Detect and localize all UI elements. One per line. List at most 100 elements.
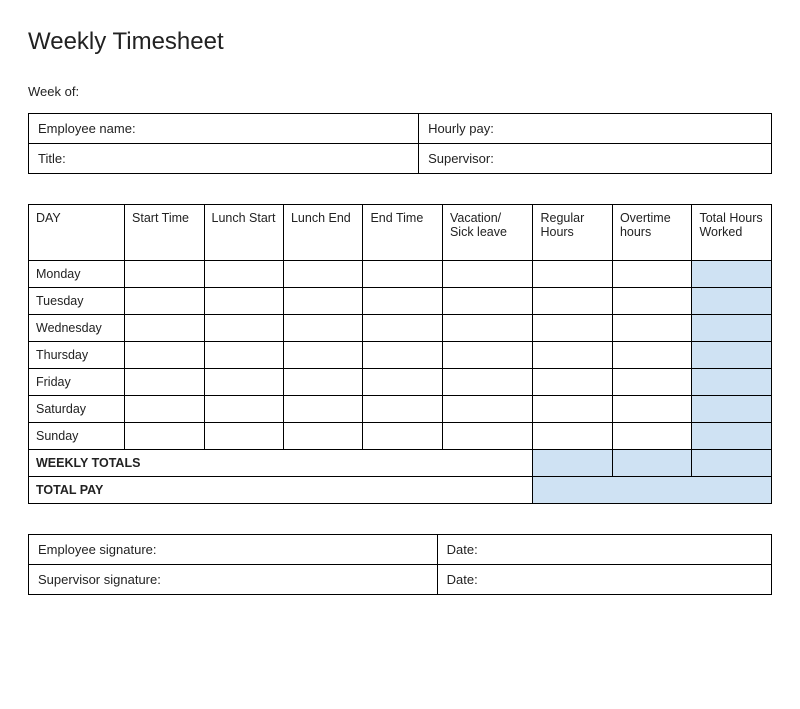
day-cell: Sunday	[29, 423, 125, 450]
table-row: Wednesday	[29, 315, 772, 342]
weekly-totals-regular[interactable]	[533, 450, 612, 477]
weekly-totals-row: WEEKLY TOTALS	[29, 450, 772, 477]
lunch-end-cell[interactable]	[283, 396, 362, 423]
start-time-cell[interactable]	[125, 396, 204, 423]
header-regular-hours: Regular Hours	[533, 205, 612, 261]
header-overtime-hours: Overtime hours	[612, 205, 691, 261]
title-cell[interactable]: Title:	[29, 144, 419, 174]
total-hours-cell[interactable]	[692, 369, 772, 396]
lunch-end-cell[interactable]	[283, 315, 362, 342]
table-row: Saturday	[29, 396, 772, 423]
page-title: Weekly Timesheet	[28, 28, 772, 56]
total-hours-cell[interactable]	[692, 396, 772, 423]
day-cell: Thursday	[29, 342, 125, 369]
vacation-sick-cell[interactable]	[442, 342, 533, 369]
overtime-hours-cell[interactable]	[612, 261, 691, 288]
employee-signature-date-cell[interactable]: Date:	[437, 535, 771, 565]
header-day: DAY	[29, 205, 125, 261]
hourly-pay-cell[interactable]: Hourly pay:	[419, 114, 772, 144]
lunch-end-cell[interactable]	[283, 261, 362, 288]
lunch-start-cell[interactable]	[204, 342, 283, 369]
header-vacation-sick: Vacation/ Sick leave	[442, 205, 533, 261]
regular-hours-cell[interactable]	[533, 315, 612, 342]
weekly-totals-label: WEEKLY TOTALS	[29, 450, 533, 477]
lunch-start-cell[interactable]	[204, 396, 283, 423]
lunch-end-cell[interactable]	[283, 423, 362, 450]
week-of-label: Week of:	[28, 84, 772, 99]
end-time-cell[interactable]	[363, 369, 442, 396]
employee-signature-cell[interactable]: Employee signature:	[29, 535, 438, 565]
supervisor-signature-cell[interactable]: Supervisor signature:	[29, 565, 438, 595]
overtime-hours-cell[interactable]	[612, 315, 691, 342]
lunch-start-cell[interactable]	[204, 315, 283, 342]
overtime-hours-cell[interactable]	[612, 342, 691, 369]
header-lunch-start: Lunch Start	[204, 205, 283, 261]
day-cell: Saturday	[29, 396, 125, 423]
vacation-sick-cell[interactable]	[442, 423, 533, 450]
start-time-cell[interactable]	[125, 423, 204, 450]
start-time-cell[interactable]	[125, 261, 204, 288]
weekly-totals-total[interactable]	[692, 450, 772, 477]
regular-hours-cell[interactable]	[533, 288, 612, 315]
start-time-cell[interactable]	[125, 369, 204, 396]
lunch-start-cell[interactable]	[204, 369, 283, 396]
table-row: Thursday	[29, 342, 772, 369]
total-pay-label: TOTAL PAY	[29, 477, 533, 504]
lunch-start-cell[interactable]	[204, 288, 283, 315]
supervisor-cell[interactable]: Supervisor:	[419, 144, 772, 174]
lunch-end-cell[interactable]	[283, 369, 362, 396]
lunch-end-cell[interactable]	[283, 342, 362, 369]
total-pay-cell[interactable]	[533, 477, 772, 504]
day-cell: Wednesday	[29, 315, 125, 342]
total-pay-row: TOTAL PAY	[29, 477, 772, 504]
end-time-cell[interactable]	[363, 261, 442, 288]
end-time-cell[interactable]	[363, 342, 442, 369]
header-lunch-end: Lunch End	[283, 205, 362, 261]
total-hours-cell[interactable]	[692, 261, 772, 288]
regular-hours-cell[interactable]	[533, 261, 612, 288]
start-time-cell[interactable]	[125, 342, 204, 369]
signature-table: Employee signature: Date: Supervisor sig…	[28, 534, 772, 595]
overtime-hours-cell[interactable]	[612, 288, 691, 315]
table-row: Sunday	[29, 423, 772, 450]
lunch-start-cell[interactable]	[204, 423, 283, 450]
start-time-cell[interactable]	[125, 288, 204, 315]
day-cell: Friday	[29, 369, 125, 396]
vacation-sick-cell[interactable]	[442, 369, 533, 396]
timesheet-header-row: DAY Start Time Lunch Start Lunch End End…	[29, 205, 772, 261]
table-row: Friday	[29, 369, 772, 396]
total-hours-cell[interactable]	[692, 342, 772, 369]
vacation-sick-cell[interactable]	[442, 288, 533, 315]
total-hours-cell[interactable]	[692, 288, 772, 315]
end-time-cell[interactable]	[363, 396, 442, 423]
timesheet-table: DAY Start Time Lunch Start Lunch End End…	[28, 204, 772, 504]
vacation-sick-cell[interactable]	[442, 261, 533, 288]
day-cell: Monday	[29, 261, 125, 288]
supervisor-signature-date-cell[interactable]: Date:	[437, 565, 771, 595]
header-end-time: End Time	[363, 205, 442, 261]
day-cell: Tuesday	[29, 288, 125, 315]
vacation-sick-cell[interactable]	[442, 396, 533, 423]
lunch-end-cell[interactable]	[283, 288, 362, 315]
start-time-cell[interactable]	[125, 315, 204, 342]
overtime-hours-cell[interactable]	[612, 423, 691, 450]
regular-hours-cell[interactable]	[533, 342, 612, 369]
overtime-hours-cell[interactable]	[612, 369, 691, 396]
end-time-cell[interactable]	[363, 315, 442, 342]
table-row: Monday	[29, 261, 772, 288]
end-time-cell[interactable]	[363, 423, 442, 450]
employee-name-cell[interactable]: Employee name:	[29, 114, 419, 144]
header-total-hours: Total Hours Worked	[692, 205, 772, 261]
end-time-cell[interactable]	[363, 288, 442, 315]
regular-hours-cell[interactable]	[533, 369, 612, 396]
regular-hours-cell[interactable]	[533, 423, 612, 450]
total-hours-cell[interactable]	[692, 315, 772, 342]
total-hours-cell[interactable]	[692, 423, 772, 450]
regular-hours-cell[interactable]	[533, 396, 612, 423]
table-row: Tuesday	[29, 288, 772, 315]
lunch-start-cell[interactable]	[204, 261, 283, 288]
vacation-sick-cell[interactable]	[442, 315, 533, 342]
header-start-time: Start Time	[125, 205, 204, 261]
weekly-totals-overtime[interactable]	[612, 450, 691, 477]
overtime-hours-cell[interactable]	[612, 396, 691, 423]
